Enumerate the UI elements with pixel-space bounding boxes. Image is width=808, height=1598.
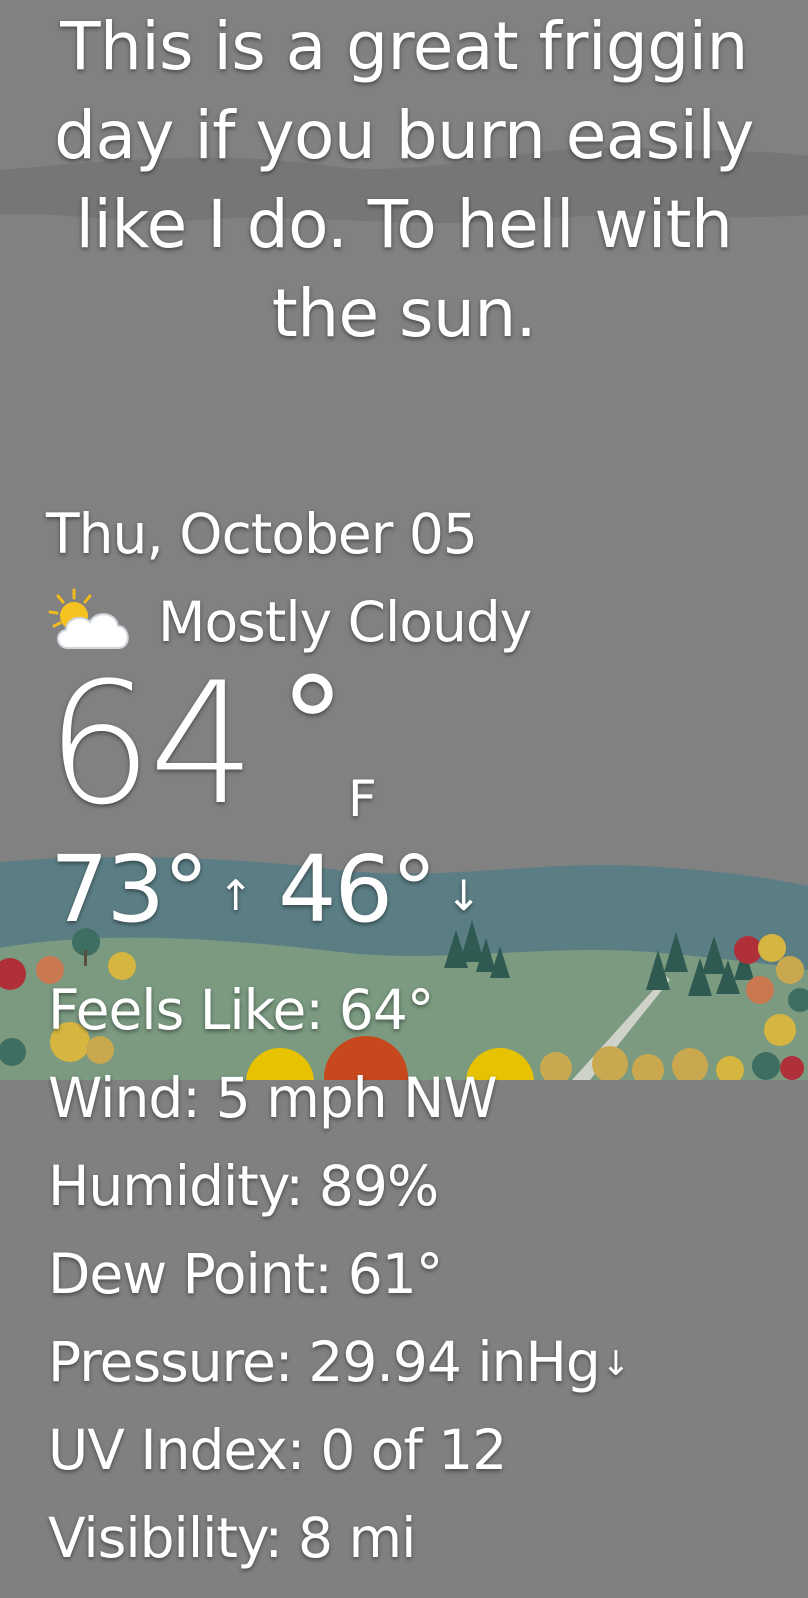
feels-like-row: Feels Like: 64° bbox=[48, 975, 434, 1045]
feels-like-value: 64° bbox=[338, 978, 434, 1042]
dew-point-row: Dew Point: 61° bbox=[48, 1239, 443, 1309]
uv-index-value: 0 of 12 bbox=[320, 1418, 507, 1482]
visibility-row: Visibility: 8 mi bbox=[48, 1503, 416, 1573]
current-temperature: 64 bbox=[46, 646, 256, 842]
wind-row: Wind: 5 mph NW bbox=[48, 1063, 498, 1133]
uv-index-label: UV Index: bbox=[48, 1418, 305, 1482]
pressure-row: Pressure: 29.94 inHg↓ bbox=[48, 1327, 630, 1399]
temperature-unit: F bbox=[348, 770, 377, 828]
humidity-value: 89% bbox=[318, 1154, 439, 1218]
mostly-cloudy-icon bbox=[48, 588, 129, 649]
visibility-label: Visibility: bbox=[48, 1506, 283, 1570]
visibility-value: 8 mi bbox=[298, 1506, 416, 1570]
dew-point-value: 61° bbox=[347, 1242, 443, 1306]
low-temperature: 46° bbox=[278, 836, 437, 943]
humidity-row: Humidity: 89% bbox=[48, 1151, 439, 1221]
weather-quote: This is a great friggin day if you burn … bbox=[54, 8, 754, 352]
humidity-label: Humidity: bbox=[48, 1154, 304, 1218]
wind-label: Wind: bbox=[48, 1066, 201, 1130]
pressure-falling-icon: ↓ bbox=[601, 1344, 630, 1384]
dew-point-label: Dew Point: bbox=[48, 1242, 333, 1306]
feels-like-label: Feels Like: bbox=[48, 978, 324, 1042]
uv-index-row: UV Index: 0 of 12 bbox=[48, 1415, 507, 1485]
arrow-down-icon: ↓ bbox=[446, 871, 482, 920]
pressure-label: Pressure: bbox=[48, 1330, 293, 1394]
high-temperature: 73° bbox=[50, 836, 209, 943]
wind-value: 5 mph NW bbox=[215, 1066, 498, 1130]
date-label: Thu, October 05 bbox=[46, 502, 478, 566]
condition-label: Mostly Cloudy bbox=[158, 590, 532, 654]
current-degree-symbol: ° bbox=[280, 649, 345, 801]
arrow-up-icon: ↑ bbox=[218, 871, 254, 920]
pressure-value: 29.94 inHg bbox=[308, 1330, 600, 1394]
